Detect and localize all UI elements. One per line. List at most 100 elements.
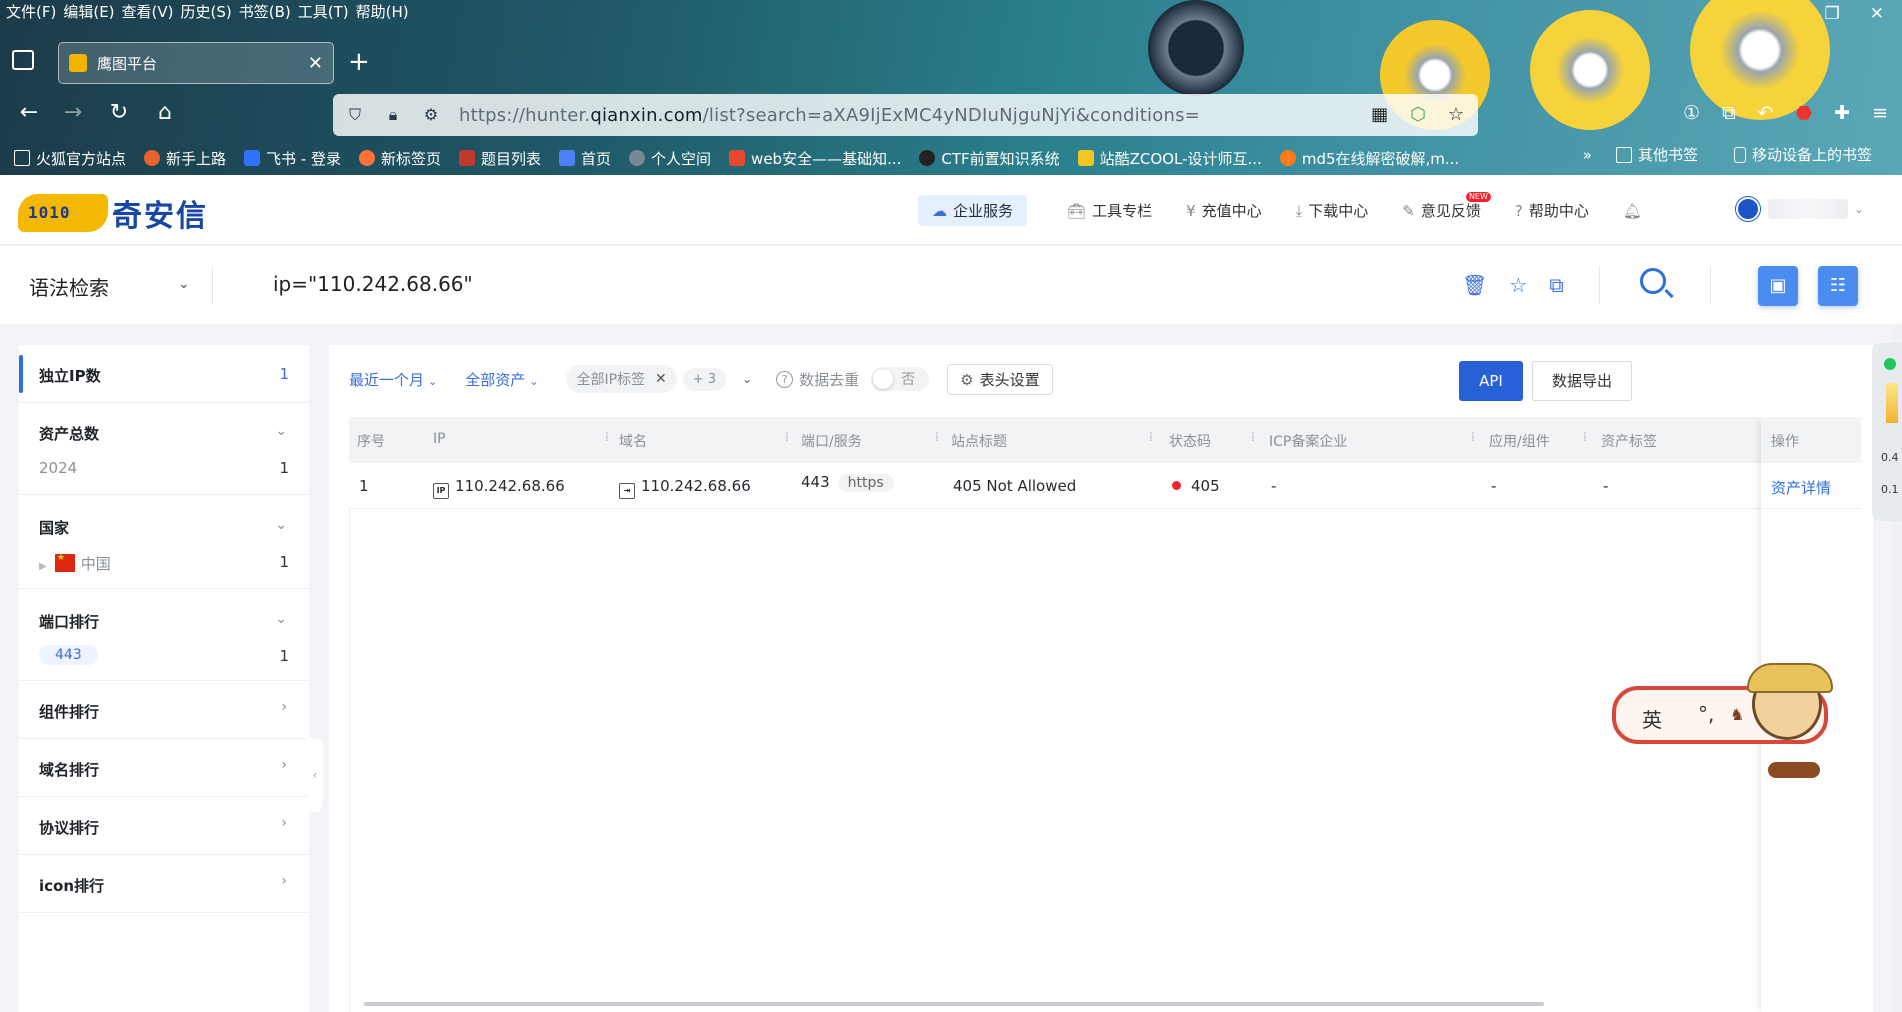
column-resize-icon[interactable]: ⁞: [1583, 430, 1587, 444]
chevron-right-icon[interactable]: ›: [281, 873, 287, 889]
column-resize-icon[interactable]: ⁞: [935, 430, 939, 444]
undo-icon[interactable]: ↶: [1758, 102, 1774, 124]
search-icon[interactable]: [1638, 266, 1674, 302]
bookmark-item[interactable]: 站酷ZCOOL-设计师互...: [1077, 148, 1262, 169]
bookmark-item[interactable]: web安全——基础知...: [729, 148, 901, 169]
chevron-down-icon[interactable]: ⌄: [742, 372, 752, 386]
row-ip[interactable]: IP 110.242.68.66: [433, 477, 565, 499]
col-domain[interactable]: 域名: [619, 431, 647, 451]
country-item[interactable]: ▶ 中国: [39, 553, 111, 574]
search-type-select[interactable]: 语法检索: [29, 272, 109, 301]
menu-history[interactable]: 历史(S): [181, 0, 239, 22]
search-input[interactable]: ip="110.242.68.66": [273, 272, 473, 296]
bookmark-star-icon[interactable]: ☆: [1448, 104, 1464, 125]
network-speed-widget[interactable]: 0.4 0.1: [1872, 343, 1902, 521]
sidebar-year[interactable]: 2024: [39, 459, 77, 477]
copy-icon[interactable]: ⧉: [1549, 273, 1563, 297]
more-tags-count[interactable]: + 3: [682, 367, 727, 391]
horizontal-scrollbar[interactable]: [364, 1002, 1544, 1006]
col-app[interactable]: 应用/组件: [1489, 431, 1550, 451]
syntax-guide-button[interactable]: ▣: [1758, 266, 1798, 306]
trash-icon[interactable]: 🗑︎: [1462, 273, 1487, 297]
home-icon[interactable]: ⌂: [150, 100, 180, 125]
bookmark-item[interactable]: 火狐官方站点: [14, 148, 126, 169]
col-icp[interactable]: ICP备案企业: [1269, 431, 1347, 451]
address-bar[interactable]: ⛉ 🔒︎ ⚙ https://hunter.qianxin.com/list?s…: [333, 94, 1478, 136]
more-bookmarks-icon[interactable]: »: [1583, 144, 1592, 165]
ime-skin-icon[interactable]: ♞: [1730, 705, 1744, 724]
row-domain[interactable]: ⇥ 110.242.68.66: [619, 477, 751, 499]
permissions-icon[interactable]: ⚙: [421, 105, 441, 125]
nav-download[interactable]: ⤓ 下载中心: [1296, 200, 1369, 221]
help-circle-icon[interactable]: ?: [776, 370, 794, 388]
nav-help[interactable]: ? 帮助中心: [1515, 200, 1589, 221]
column-resize-icon[interactable]: ⁞: [785, 430, 789, 444]
nav-enterprise-service[interactable]: ☁ 企业服务: [918, 195, 1028, 226]
column-resize-icon[interactable]: ⁞: [1149, 430, 1153, 444]
qianxin-logo[interactable]: 1010 奇安信: [18, 191, 208, 235]
column-resize-icon[interactable]: ⁞: [1471, 430, 1475, 444]
new-tab-icon[interactable]: +: [348, 47, 370, 77]
chevron-right-icon[interactable]: ›: [281, 699, 287, 715]
nav-recharge[interactable]: ¥ 充值中心: [1186, 200, 1262, 221]
remove-tag-icon[interactable]: ✕: [655, 371, 667, 387]
tab-list-icon[interactable]: [12, 50, 34, 70]
ime-punctuation[interactable]: °,: [1698, 702, 1714, 726]
nav-tools[interactable]: 🧰︎ 工具专栏: [1067, 200, 1152, 221]
dedup-toggle[interactable]: 否: [871, 367, 930, 391]
chevron-right-icon[interactable]: ›: [281, 757, 287, 773]
menu-edit[interactable]: 编辑(E): [63, 0, 121, 22]
bookmark-item[interactable]: 首页: [559, 148, 611, 169]
other-bookmarks[interactable]: 其他书签: [1615, 144, 1698, 165]
qrcode-icon[interactable]: ▦: [1371, 104, 1388, 125]
chevron-down-icon[interactable]: ⌄: [275, 611, 287, 627]
app-menu-icon[interactable]: ≡: [1872, 102, 1888, 124]
bookmark-item[interactable]: 新标签页: [358, 148, 441, 169]
sidebar-component-rank[interactable]: 组件排行 ›: [19, 681, 309, 739]
nav-feedback[interactable]: ✎ 意见反馈 NEW: [1402, 192, 1491, 221]
bookmark-item[interactable]: 飞书 - 登录: [244, 148, 341, 169]
url-text[interactable]: https://hunter.qianxin.com/list?search=a…: [459, 105, 1200, 126]
bookmark-item[interactable]: CTF前置知识系统: [919, 148, 1060, 169]
avatar[interactable]: [1736, 197, 1760, 221]
bookmark-item[interactable]: md5在线解密破解,m...: [1279, 148, 1459, 169]
col-status-code[interactable]: 状态码: [1169, 431, 1211, 451]
notification-bell-icon[interactable]: 🔔︎: [1623, 202, 1642, 220]
asset-scope-filter[interactable]: 全部资产 ⌄: [465, 369, 538, 390]
star-icon[interactable]: ☆: [1509, 273, 1527, 297]
chevron-down-icon[interactable]: ⌄: [178, 276, 190, 292]
mobile-bookmarks[interactable]: 移动设备上的书签: [1733, 144, 1872, 165]
back-icon[interactable]: ←: [14, 100, 44, 125]
column-settings-button[interactable]: ⚙ 表头设置: [947, 363, 1053, 395]
port-item[interactable]: 443: [39, 645, 98, 665]
export-button[interactable]: 数据导出: [1532, 361, 1632, 401]
restore-window-icon[interactable]: ❐: [1825, 4, 1840, 24]
shield-icon[interactable]: ⛉: [345, 105, 365, 125]
close-tab-icon[interactable]: ✕: [308, 53, 323, 74]
extensions-icon[interactable]: ✚: [1834, 102, 1850, 124]
menu-view[interactable]: 查看(V): [122, 0, 181, 22]
asset-detail-link[interactable]: 资产详情: [1771, 479, 1831, 497]
screenshot-icon[interactable]: ⧉: [1722, 102, 1736, 124]
menu-file[interactable]: 文件(F): [6, 0, 63, 22]
collapse-sidebar-icon[interactable]: ‹: [307, 738, 323, 812]
col-ip[interactable]: IP: [433, 431, 446, 447]
chevron-down-icon[interactable]: ⌄: [275, 423, 287, 439]
time-range-filter[interactable]: 最近一个月 ⌄: [349, 369, 437, 390]
bookmark-item[interactable]: 个人空间: [629, 148, 711, 169]
col-site-title[interactable]: 站点标题: [951, 431, 1007, 451]
forward-icon[interactable]: →: [58, 100, 88, 125]
adblock-icon[interactable]: ⬣: [1796, 102, 1813, 124]
sidebar-unique-ip[interactable]: 独立IP数 1: [19, 345, 309, 403]
bookmark-item[interactable]: 新手上路: [144, 148, 226, 169]
chevron-right-icon[interactable]: ›: [281, 815, 287, 831]
reload-icon[interactable]: ↻: [104, 100, 134, 125]
close-window-icon[interactable]: ✕: [1870, 4, 1884, 24]
extension-js-icon[interactable]: ⬡: [1410, 104, 1426, 125]
col-asset-tag[interactable]: 资产标签: [1601, 431, 1657, 451]
column-resize-icon[interactable]: ⁞: [605, 430, 609, 444]
chevron-down-icon[interactable]: ⌄: [275, 517, 287, 533]
tab-hunter[interactable]: 鹰图平台 ✕: [58, 42, 334, 84]
ime-language[interactable]: 英: [1642, 704, 1662, 733]
sidebar-protocol-rank[interactable]: 协议排行 ›: [19, 797, 309, 855]
